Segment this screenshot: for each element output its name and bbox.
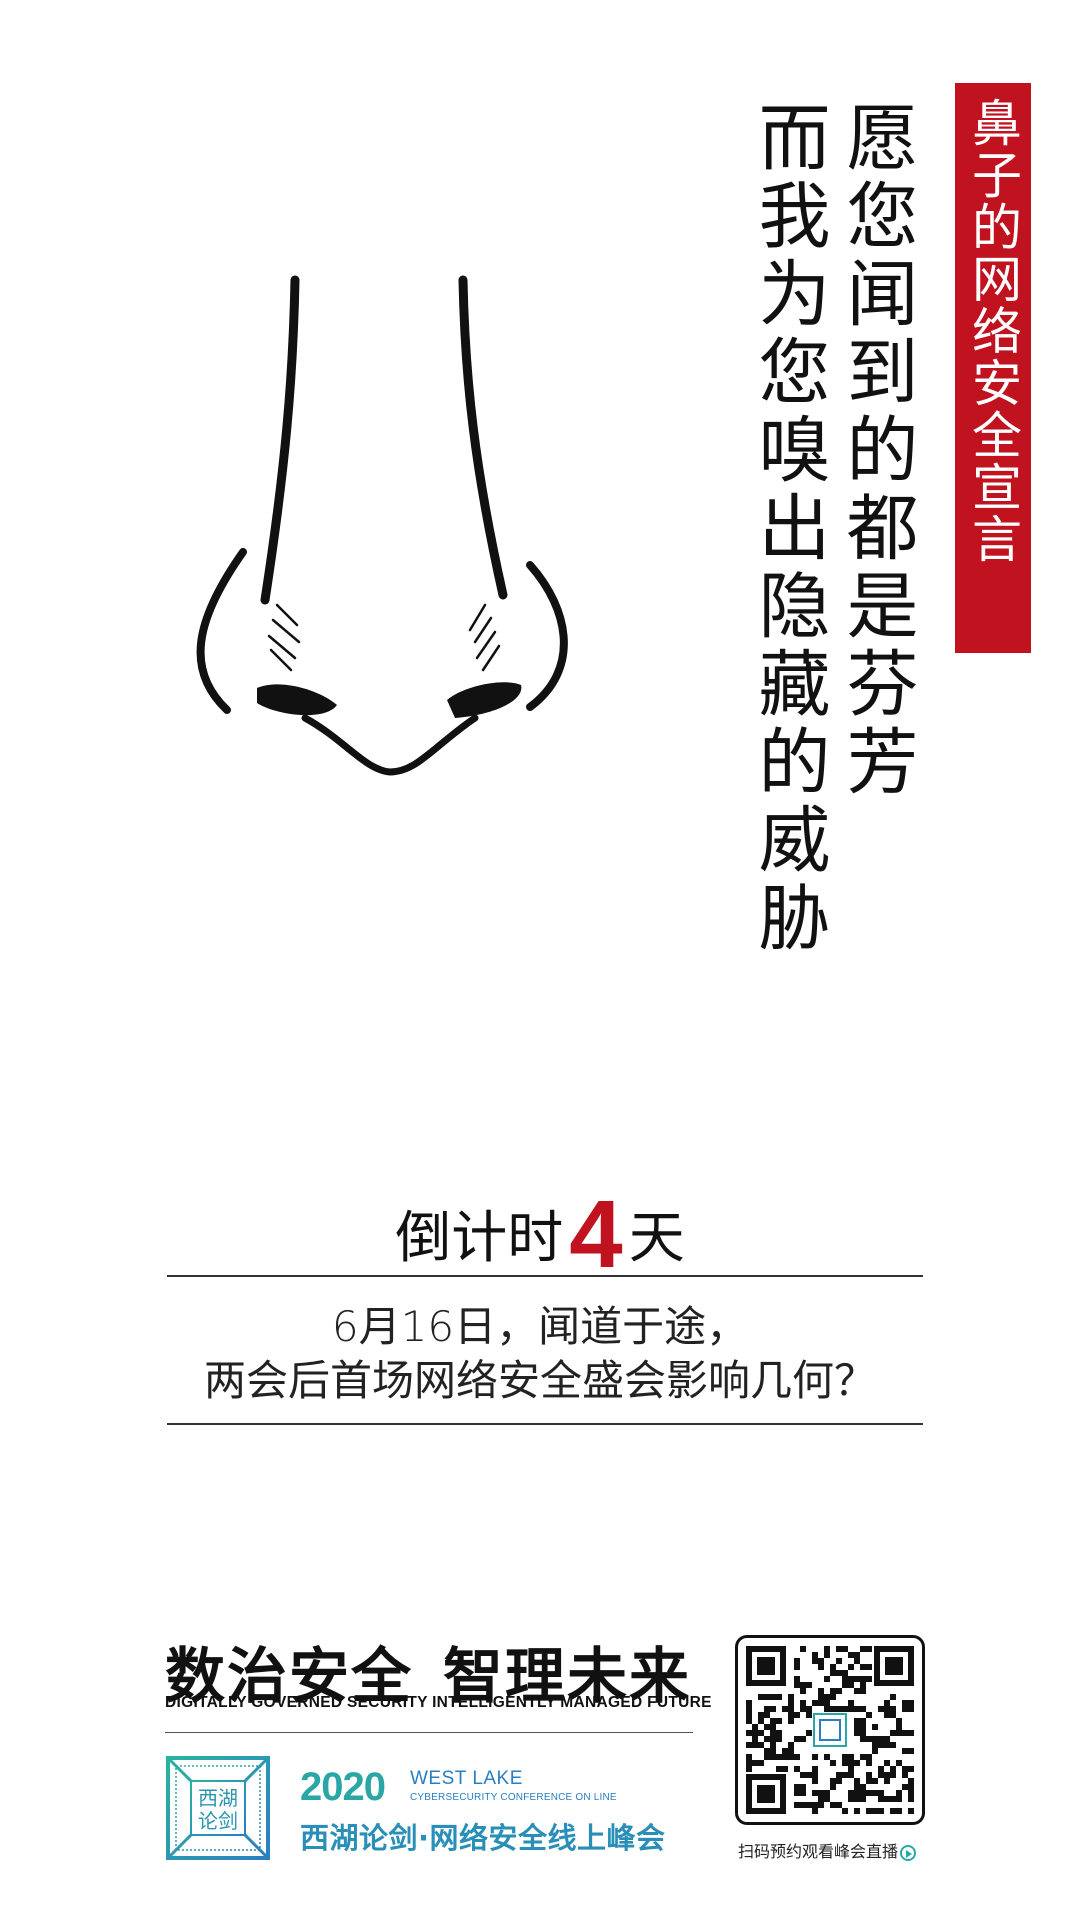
logo-text-top: 西湖 bbox=[198, 1786, 238, 1810]
qr-caption: 扫码预约观看峰会直播 bbox=[738, 1838, 917, 1862]
conference-year: 2020 bbox=[300, 1765, 386, 1809]
logo-text-bottom: 论剑 bbox=[198, 1809, 238, 1833]
slogan-line-2: 而我为您嗅出隐藏的威胁 bbox=[746, 100, 830, 958]
qr-caption-text: 扫码预约观看峰会直播 bbox=[738, 1842, 899, 1861]
divider-bottom bbox=[167, 1423, 923, 1425]
conference-logo: 西湖 论剑 bbox=[166, 1756, 270, 1860]
subtitle-line-2: 两会后首场网络安全盛会影响几何？ bbox=[203, 1356, 876, 1405]
play-icon bbox=[900, 1845, 917, 1861]
countdown-prefix: 倒计时 bbox=[395, 1206, 564, 1271]
subtitle-line-1: 6月16日，闻道于途， bbox=[331, 1302, 749, 1351]
footer-slogan-en: DIGITALLY GOVERNED SECURITY INTELLIGENTL… bbox=[165, 1694, 712, 1711]
footer-divider bbox=[165, 1732, 693, 1733]
countdown: 倒计时4 天 bbox=[0, 1180, 1080, 1290]
conference-west-lake: WEST LAKE bbox=[410, 1768, 523, 1789]
countdown-number: 4 bbox=[569, 1181, 623, 1288]
conference-en: CYBERSECURITY CONFERENCE ON LINE bbox=[410, 1792, 617, 1803]
countdown-suffix: 天 bbox=[628, 1206, 685, 1271]
divider-top bbox=[167, 1275, 923, 1277]
badge-text: 鼻子的网络安全宣言 bbox=[964, 97, 1022, 565]
qr-code[interactable] bbox=[735, 1635, 925, 1825]
slogan-line-1: 愿您闻到的都是芬芳 bbox=[834, 100, 918, 802]
nose-illustration bbox=[196, 275, 568, 776]
qr-code-image bbox=[746, 1646, 914, 1814]
conference-cn: 西湖论剑·网络安全线上峰会 bbox=[300, 1821, 666, 1855]
header-badge: 鼻子的网络安全宣言 bbox=[955, 83, 1031, 653]
